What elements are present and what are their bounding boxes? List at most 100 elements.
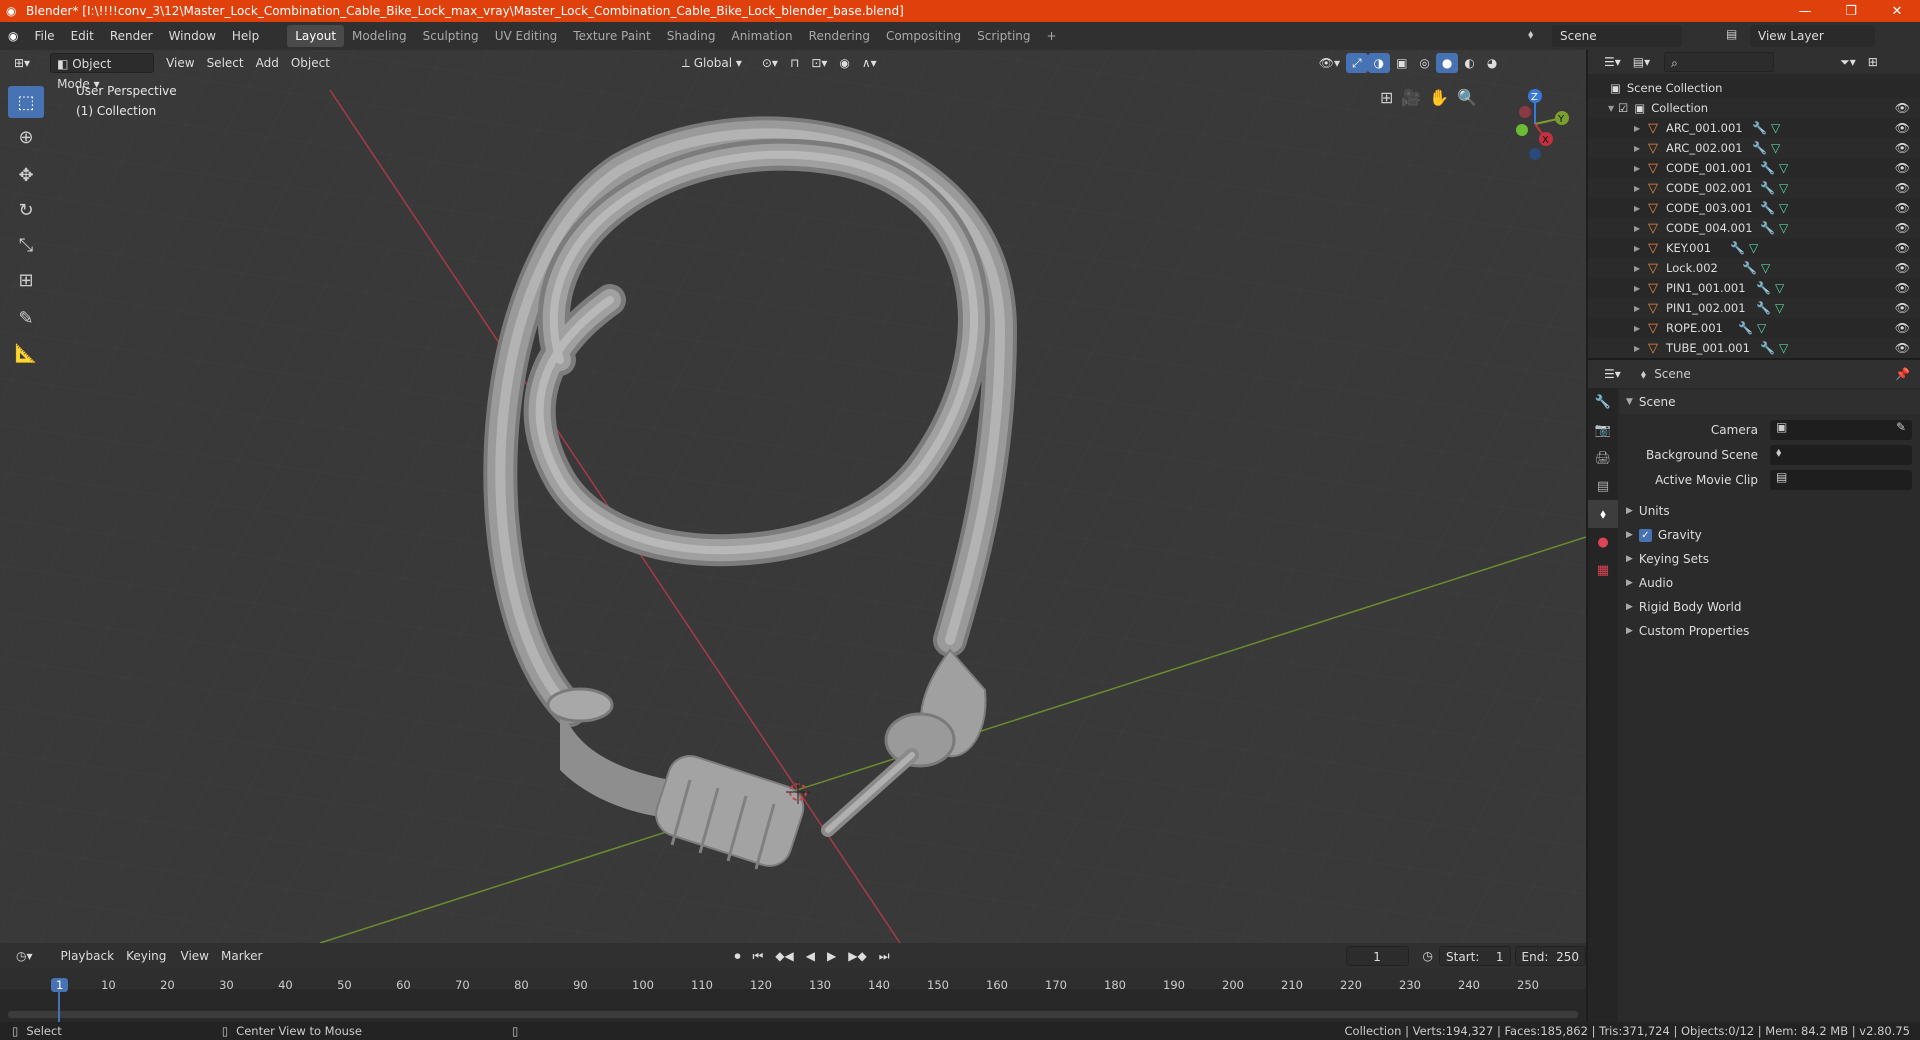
play-icon[interactable]: ▶ xyxy=(821,946,842,966)
tab-scripting[interactable]: Scripting xyxy=(969,25,1038,47)
outliner-editor-type-icon[interactable]: ☰▾ xyxy=(1598,52,1627,72)
new-collection-icon[interactable]: ⊞ xyxy=(1862,52,1884,72)
view-layer-tab-icon[interactable]: ▤ xyxy=(1588,472,1618,500)
modifier-icon[interactable]: 🔧 xyxy=(1760,201,1775,215)
current-frame-marker[interactable]: 1 xyxy=(51,978,69,992)
falloff-icon[interactable]: ∧▾ xyxy=(856,53,883,73)
world-tab-icon[interactable]: ● xyxy=(1588,528,1618,556)
modifier-icon[interactable]: 🔧 xyxy=(1742,261,1757,275)
expand-triangle-icon[interactable]: ▶ xyxy=(1634,284,1644,293)
mesh-data-icon[interactable]: ▽ xyxy=(1761,261,1770,275)
modifier-icon[interactable]: 🔧 xyxy=(1760,161,1775,175)
menu-timeline-view[interactable]: View xyxy=(175,946,215,966)
rendered-shading-icon[interactable]: ◕ xyxy=(1481,53,1503,73)
scene-panel-header[interactable]: ▼ Scene xyxy=(1620,390,1920,414)
menu-help[interactable]: Help xyxy=(224,25,267,47)
view-layer-selector[interactable]: View Layer xyxy=(1750,25,1875,47)
units-panel[interactable]: ▶ Units xyxy=(1620,499,1920,523)
eye-icon[interactable]: 👁 xyxy=(1895,201,1910,215)
proportional-edit-icon[interactable]: ◉ xyxy=(833,53,855,73)
active-movie-clip-field[interactable]: ▤ xyxy=(1770,470,1912,490)
filter-icon[interactable]: ⏷▾ xyxy=(1834,52,1862,72)
mesh-data-icon[interactable]: ▽ xyxy=(1775,301,1784,315)
eye-icon[interactable]: 👁 xyxy=(1895,261,1910,275)
tab-shading[interactable]: Shading xyxy=(659,25,724,47)
gravity-panel[interactable]: ▶ ✓ Gravity xyxy=(1620,523,1920,547)
outliner-object-row[interactable]: ▶ ▽ CODE_004.001 🔧 ▽ 👁 xyxy=(1588,218,1920,238)
tool-tab-icon[interactable]: 🔧 xyxy=(1588,388,1618,416)
menu-marker[interactable]: Marker xyxy=(215,946,268,966)
mesh-data-icon[interactable]: ▽ xyxy=(1749,241,1758,255)
modifier-icon[interactable]: 🔧 xyxy=(1752,121,1767,135)
mesh-data-icon[interactable]: ▽ xyxy=(1779,221,1788,235)
modifier-icon[interactable]: 🔧 xyxy=(1730,241,1745,255)
keying-sets-panel[interactable]: ▶ Keying Sets xyxy=(1620,547,1920,571)
eye-icon[interactable]: 👁 xyxy=(1895,301,1910,315)
tab-uv-editing[interactable]: UV Editing xyxy=(487,25,566,47)
expand-triangle-icon[interactable]: ▶ xyxy=(1634,224,1644,233)
camera-field[interactable]: ▣ ✎ xyxy=(1770,420,1912,440)
background-scene-field[interactable]: ⬧ xyxy=(1770,445,1912,465)
solid-shading-icon[interactable]: ● xyxy=(1435,53,1459,73)
maximize-button[interactable]: ❐ xyxy=(1828,0,1874,22)
outliner-scene-collection[interactable]: ▣ Scene Collection xyxy=(1588,78,1920,98)
expand-triangle-icon[interactable]: ▶ xyxy=(1634,304,1644,313)
tab-animation[interactable]: Animation xyxy=(723,25,800,47)
eye-icon[interactable]: 👁 xyxy=(1895,101,1910,115)
eye-icon[interactable]: 👁 xyxy=(1895,241,1910,255)
outliner-collection[interactable]: ▼ ☑ ▣ Collection 👁 xyxy=(1588,98,1920,118)
modifier-icon[interactable]: 🔧 xyxy=(1738,321,1753,335)
record-icon[interactable]: ⏺ xyxy=(728,946,746,966)
prev-keyframe-icon[interactable]: ◆◀ xyxy=(769,946,799,966)
mesh-data-icon[interactable]: ▽ xyxy=(1757,321,1766,335)
timeline-editor-type-icon[interactable]: ◷▾ xyxy=(10,946,39,966)
output-tab-icon[interactable]: 🖨 xyxy=(1588,444,1618,472)
start-frame-field[interactable]: Start: 1 xyxy=(1439,946,1511,966)
minimize-button[interactable]: — xyxy=(1782,0,1828,22)
eye-icon[interactable]: 👁 xyxy=(1895,341,1910,355)
mesh-data-icon[interactable]: ▽ xyxy=(1771,141,1780,155)
snap-icon[interactable]: ⊓ xyxy=(784,53,805,73)
eye-icon[interactable]: 👁 xyxy=(1895,161,1910,175)
outliner-object-row[interactable]: ▶ ▽ CODE_001.001 🔧 ▽ 👁 xyxy=(1588,158,1920,178)
audio-panel[interactable]: ▶ Audio xyxy=(1620,571,1920,595)
xray-icon[interactable]: ▣ xyxy=(1390,53,1413,73)
mesh-data-icon[interactable]: ▽ xyxy=(1779,161,1788,175)
menu-keying[interactable]: Keying ▾ xyxy=(120,946,174,983)
cursor-tool-icon[interactable]: ⊕ xyxy=(8,121,44,153)
scale-tool-icon[interactable]: ⤡ xyxy=(8,229,44,261)
blender-menu-icon[interactable]: ◉ xyxy=(0,25,26,47)
render-tab-icon[interactable]: 📷 xyxy=(1588,416,1618,444)
wireframe-shading-icon[interactable]: ◎ xyxy=(1413,53,1435,73)
orientation-selector[interactable]: ⟂ Global ▾ xyxy=(676,53,748,73)
tab-compositing[interactable]: Compositing xyxy=(878,25,969,47)
eye-icon[interactable]: 👁 xyxy=(1895,321,1910,335)
modifier-icon[interactable]: 🔧 xyxy=(1760,181,1775,195)
modifier-icon[interactable]: 🔧 xyxy=(1760,221,1775,235)
checkbox-icon[interactable]: ☑ xyxy=(1618,101,1628,115)
tab-sculpting[interactable]: Sculpting xyxy=(415,25,487,47)
menu-object[interactable]: Object xyxy=(285,53,336,73)
expand-triangle-icon[interactable]: ▶ xyxy=(1634,164,1644,173)
expand-triangle-icon[interactable]: ▶ xyxy=(1634,244,1644,253)
next-keyframe-icon[interactable]: ▶◆ xyxy=(842,946,872,966)
add-workspace-icon[interactable]: + xyxy=(1039,25,1065,47)
toggle-grid-view-icon[interactable]: ⊞ xyxy=(1380,88,1393,107)
menu-edit[interactable]: Edit xyxy=(63,25,102,47)
material-shading-icon[interactable]: ◐ xyxy=(1458,53,1480,73)
texture-tab-icon[interactable]: ▦ xyxy=(1588,556,1618,584)
pan-view-icon[interactable]: ✋ xyxy=(1429,88,1449,107)
outliner-object-row[interactable]: ▶ ▽ Lock.002 🔧 ▽ 👁 xyxy=(1588,258,1920,278)
outliner-object-row[interactable]: ▶ ▽ CODE_002.001 🔧 ▽ 👁 xyxy=(1588,178,1920,198)
jump-end-icon[interactable]: ⏭ xyxy=(873,946,896,966)
custom-properties-panel[interactable]: ▶ Custom Properties xyxy=(1620,619,1920,643)
expand-triangle-icon[interactable]: ▶ xyxy=(1634,324,1644,333)
scene-tab-icon[interactable]: ⬧ xyxy=(1588,500,1618,528)
menu-window[interactable]: Window xyxy=(161,25,224,47)
snap-target-icon[interactable]: ⊡▾ xyxy=(805,53,833,73)
transform-tool-icon[interactable]: ⊞ xyxy=(8,264,44,296)
modifier-icon[interactable]: 🔧 xyxy=(1760,341,1775,355)
eye-icon[interactable]: 👁 xyxy=(1895,121,1910,135)
outliner-object-row[interactable]: ▶ ▽ TUBE_001.001 🔧 ▽ 👁 xyxy=(1588,338,1920,358)
outliner-search-input[interactable]: ⌕ xyxy=(1664,52,1775,72)
